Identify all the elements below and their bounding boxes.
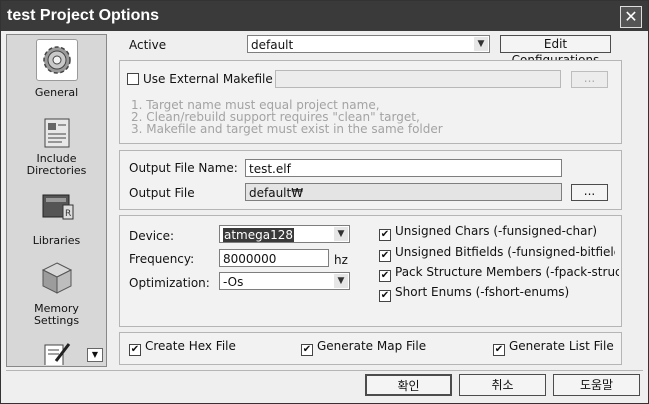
sidebar-item-label: Libraries (32, 234, 81, 247)
category-sidebar: General Include Directories R Libraries … (6, 34, 107, 367)
use-external-makefile-checkbox[interactable]: Use External Makefile (127, 72, 273, 86)
create-hex-file-label: Create Hex File (145, 339, 236, 353)
unsigned-chars-label: Unsigned Chars (-funsigned-char) (395, 224, 598, 238)
project-options-dialog: test Project Options ✕ General Include D… (0, 0, 649, 404)
optimization-label: Optimization: (129, 276, 210, 290)
sidebar-item-memory-settings[interactable]: Memory Settings (7, 259, 106, 327)
check-icon: ✔ (493, 344, 505, 356)
close-icon: ✕ (624, 7, 638, 26)
memory-settings-icon (37, 259, 77, 299)
makefile-hint-3: 3. Makefile and target must exist in the… (131, 122, 443, 136)
sidebar-item-include-directories[interactable]: Include Directories (7, 113, 106, 177)
ok-button[interactable]: 확인 (365, 374, 452, 396)
active-configuration-select[interactable]: default ▼ (247, 35, 490, 53)
check-icon: ✔ (129, 344, 141, 356)
unsigned-bitfields-label: Unsigned Bitfields (-funsigned-bitfields (395, 245, 615, 259)
chevron-down-icon: ▼ (334, 227, 348, 241)
optimization-select[interactable]: -Os ▼ (219, 272, 350, 290)
chevron-down-icon: ▼ (474, 37, 488, 51)
chevron-down-icon: ▼ (334, 274, 348, 288)
sidebar-item-label: General (34, 86, 79, 99)
chevron-down-icon: ▼ (91, 350, 99, 359)
sidebar-item-general[interactable]: General (7, 39, 106, 99)
generate-list-file-label: Generate List File (509, 339, 614, 353)
output-file-input[interactable]: default₩ (245, 183, 562, 201)
optimization-value: -Os (223, 275, 244, 289)
output-file-name-label: Output File Name: (129, 161, 238, 175)
output-file-label: Output File (129, 186, 195, 200)
pack-structure-members-checkbox[interactable]: ✔ Pack Structure Members (-fpack-struct) (379, 265, 619, 282)
unsigned-bitfields-checkbox[interactable]: ✔ Unsigned Bitfields (-funsigned-bitfield… (379, 245, 615, 262)
use-external-makefile-label: Use External Makefile (143, 72, 273, 86)
short-enums-label: Short Enums (-fshort-enums) (395, 285, 570, 299)
help-button[interactable]: 도움말 (553, 374, 640, 396)
checkbox-box (127, 73, 139, 85)
sidebar-item-libraries[interactable]: R Libraries (7, 187, 106, 247)
footer-divider (6, 370, 643, 371)
svg-text:R: R (65, 209, 71, 219)
sidebar-item-label: Include Directories (26, 152, 87, 177)
generate-map-file-label: Generate Map File (317, 339, 427, 353)
create-hex-file-checkbox[interactable]: ✔ Create Hex File (129, 339, 236, 356)
frequency-label: Frequency: (129, 252, 195, 266)
device-value: atmega128 (223, 228, 295, 242)
makefile-browse-button[interactable]: ... (571, 71, 608, 88)
close-button[interactable]: ✕ (620, 6, 642, 28)
check-icon: ✔ (379, 250, 391, 262)
unsigned-chars-checkbox[interactable]: ✔ Unsigned Chars (-funsigned-char) (379, 224, 597, 241)
custom-options-icon (42, 341, 72, 365)
check-icon: ✔ (379, 229, 391, 241)
device-select[interactable]: atmega128 ▼ (219, 225, 350, 243)
sidebar-item-label: Memory Settings (33, 302, 80, 327)
include-directories-icon (37, 113, 77, 153)
pack-structure-members-label: Pack Structure Members (-fpack-struct) (395, 265, 619, 279)
frequency-unit: hz (334, 253, 348, 267)
cancel-button[interactable]: 취소 (459, 374, 546, 396)
check-icon: ✔ (301, 344, 313, 356)
check-icon: ✔ (379, 270, 391, 282)
gear-icon (35, 39, 78, 81)
check-icon: ✔ (379, 290, 391, 302)
generate-list-file-checkbox[interactable]: ✔ Generate List File (493, 339, 614, 356)
output-file-browse-button[interactable]: ... (571, 184, 608, 201)
generate-map-file-checkbox[interactable]: ✔ Generate Map File (301, 339, 426, 356)
edit-configurations-button[interactable]: Edit Configurations (500, 35, 611, 67)
window-title: test Project Options (7, 7, 160, 24)
frequency-input[interactable]: 8000000 (219, 249, 329, 267)
libraries-icon: R (37, 187, 77, 227)
device-label: Device: (129, 229, 175, 243)
active-label: Active (129, 38, 167, 52)
output-file-name-input[interactable]: test.elf (245, 159, 562, 177)
active-configuration-value: default (251, 38, 294, 52)
short-enums-checkbox[interactable]: ✔ Short Enums (-fshort-enums) (379, 285, 569, 302)
makefile-path-input[interactable] (275, 70, 561, 88)
title-bar: test Project Options ✕ (1, 1, 648, 31)
sidebar-scroll-button[interactable]: ▼ (87, 348, 103, 362)
